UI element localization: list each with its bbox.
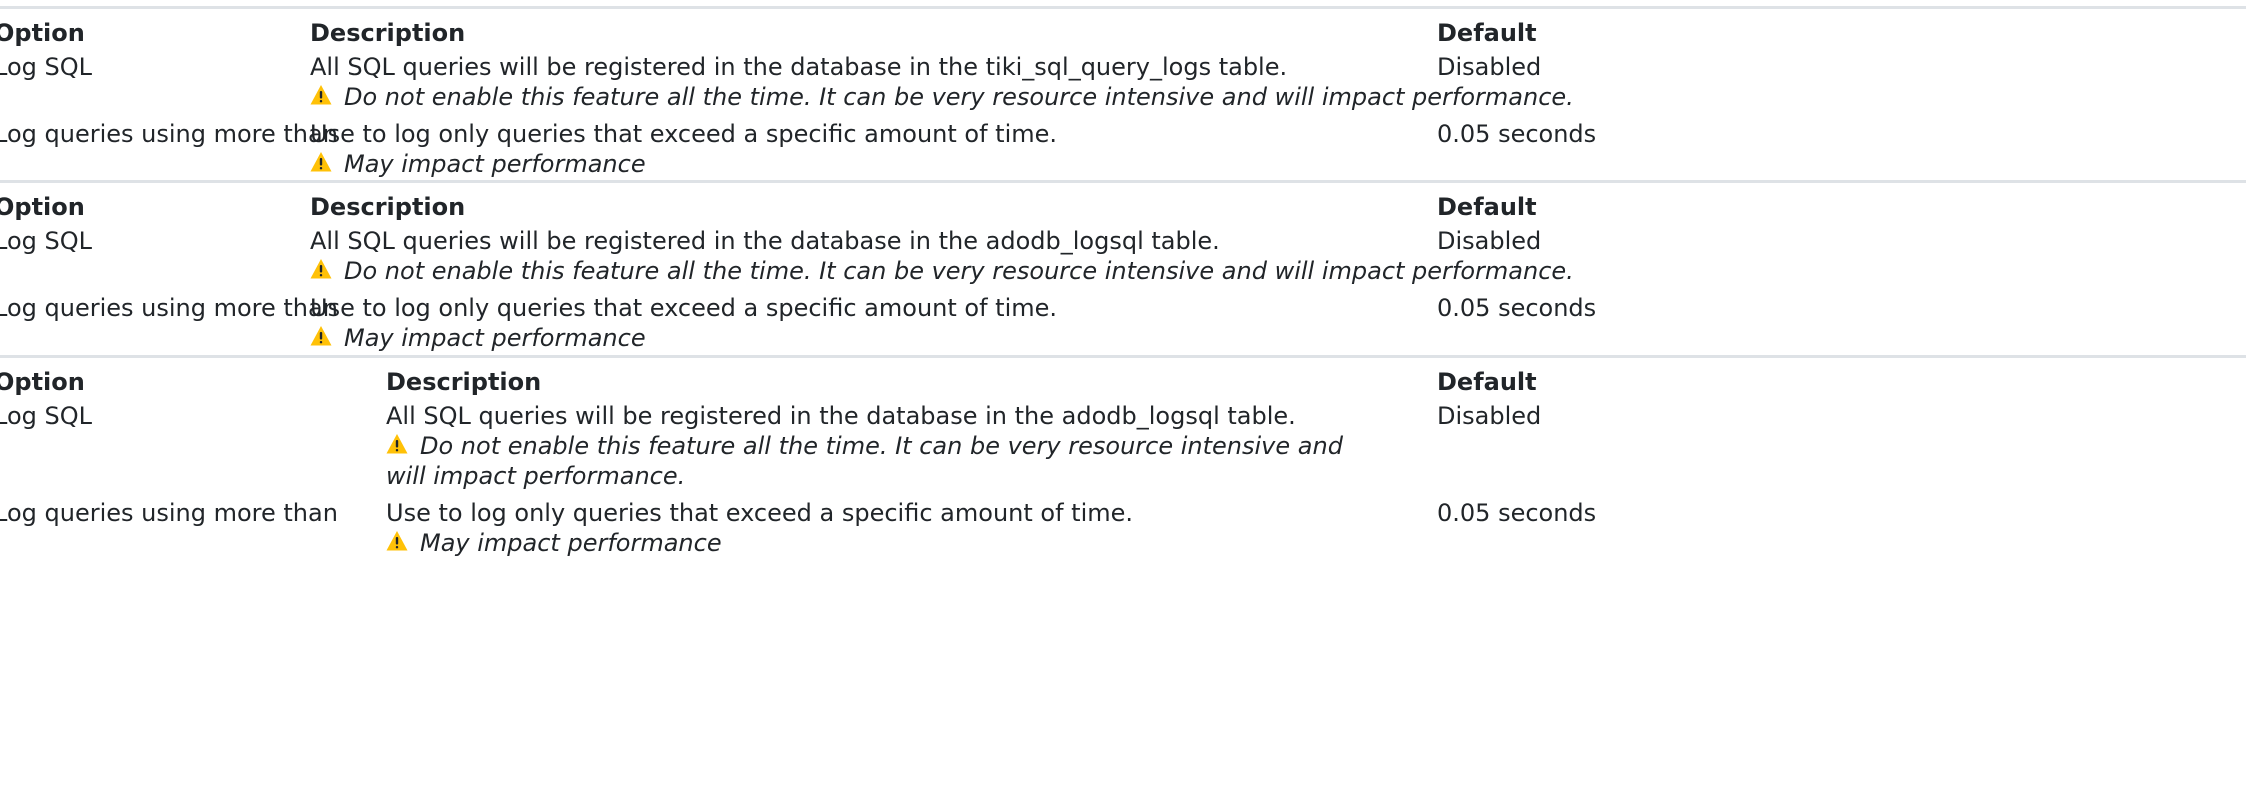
options-table-3: Option Description Default Log SQL All S… bbox=[0, 355, 2246, 789]
warning-note: Do not enable this feature all the time.… bbox=[386, 431, 1346, 491]
option-name: Log queries using more than bbox=[0, 120, 338, 148]
header-description: Description bbox=[386, 368, 542, 396]
warning-note: May impact performance bbox=[310, 149, 646, 179]
option-description: All SQL queries will be registered in th… bbox=[386, 402, 1296, 430]
table-top-border bbox=[0, 180, 2246, 183]
warning-text: Do not enable this feature all the time.… bbox=[344, 257, 1574, 285]
header-option: Option bbox=[0, 193, 85, 221]
warning-text: Do not enable this feature all the time.… bbox=[386, 432, 1343, 490]
table-top-border bbox=[0, 355, 2246, 358]
warning-text: May impact performance bbox=[344, 150, 646, 178]
options-table-1: Option Description Default Log SQL All S… bbox=[0, 6, 2246, 179]
header-default: Default bbox=[1437, 193, 1537, 221]
warning-note: Do not enable this feature all the time.… bbox=[310, 256, 1574, 286]
header-description: Description bbox=[310, 193, 466, 221]
warning-note: Do not enable this feature all the time.… bbox=[310, 82, 1574, 112]
option-description: Use to log only queries that exceed a sp… bbox=[310, 294, 1058, 322]
warning-triangle-icon bbox=[310, 151, 336, 175]
option-default: Disabled bbox=[1437, 402, 1542, 430]
option-default: 0.05 seconds bbox=[1437, 499, 1597, 527]
option-name: Log SQL bbox=[0, 53, 92, 81]
warning-triangle-icon bbox=[386, 433, 412, 457]
option-default: Disabled bbox=[1437, 53, 1542, 81]
warning-triangle-icon bbox=[310, 325, 336, 349]
warning-text: May impact performance bbox=[344, 324, 646, 352]
warning-note: May impact performance bbox=[310, 323, 646, 353]
option-name: Log queries using more than bbox=[0, 499, 338, 527]
options-table-2: Option Description Default Log SQL All S… bbox=[0, 180, 2246, 353]
header-option: Option bbox=[0, 19, 85, 47]
option-name: Log SQL bbox=[0, 402, 92, 430]
option-name: Log SQL bbox=[0, 227, 92, 255]
option-description: All SQL queries will be registered in th… bbox=[310, 53, 1288, 81]
header-default: Default bbox=[1437, 19, 1537, 47]
warning-note: May impact performance bbox=[386, 528, 722, 558]
warning-triangle-icon bbox=[310, 84, 336, 108]
warning-text: May impact performance bbox=[420, 529, 722, 557]
header-option: Option bbox=[0, 368, 85, 396]
option-description: All SQL queries will be registered in th… bbox=[310, 227, 1220, 255]
warning-text: Do not enable this feature all the time.… bbox=[344, 83, 1574, 111]
header-description: Description bbox=[310, 19, 466, 47]
option-name: Log queries using more than bbox=[0, 294, 338, 322]
option-default: 0.05 seconds bbox=[1437, 120, 1597, 148]
warning-triangle-icon bbox=[386, 530, 412, 554]
option-description: Use to log only queries that exceed a sp… bbox=[386, 499, 1134, 527]
option-default: Disabled bbox=[1437, 227, 1542, 255]
table-top-border bbox=[0, 6, 2246, 9]
option-default: 0.05 seconds bbox=[1437, 294, 1597, 322]
warning-triangle-icon bbox=[310, 258, 336, 282]
option-description: Use to log only queries that exceed a sp… bbox=[310, 120, 1058, 148]
header-default: Default bbox=[1437, 368, 1537, 396]
